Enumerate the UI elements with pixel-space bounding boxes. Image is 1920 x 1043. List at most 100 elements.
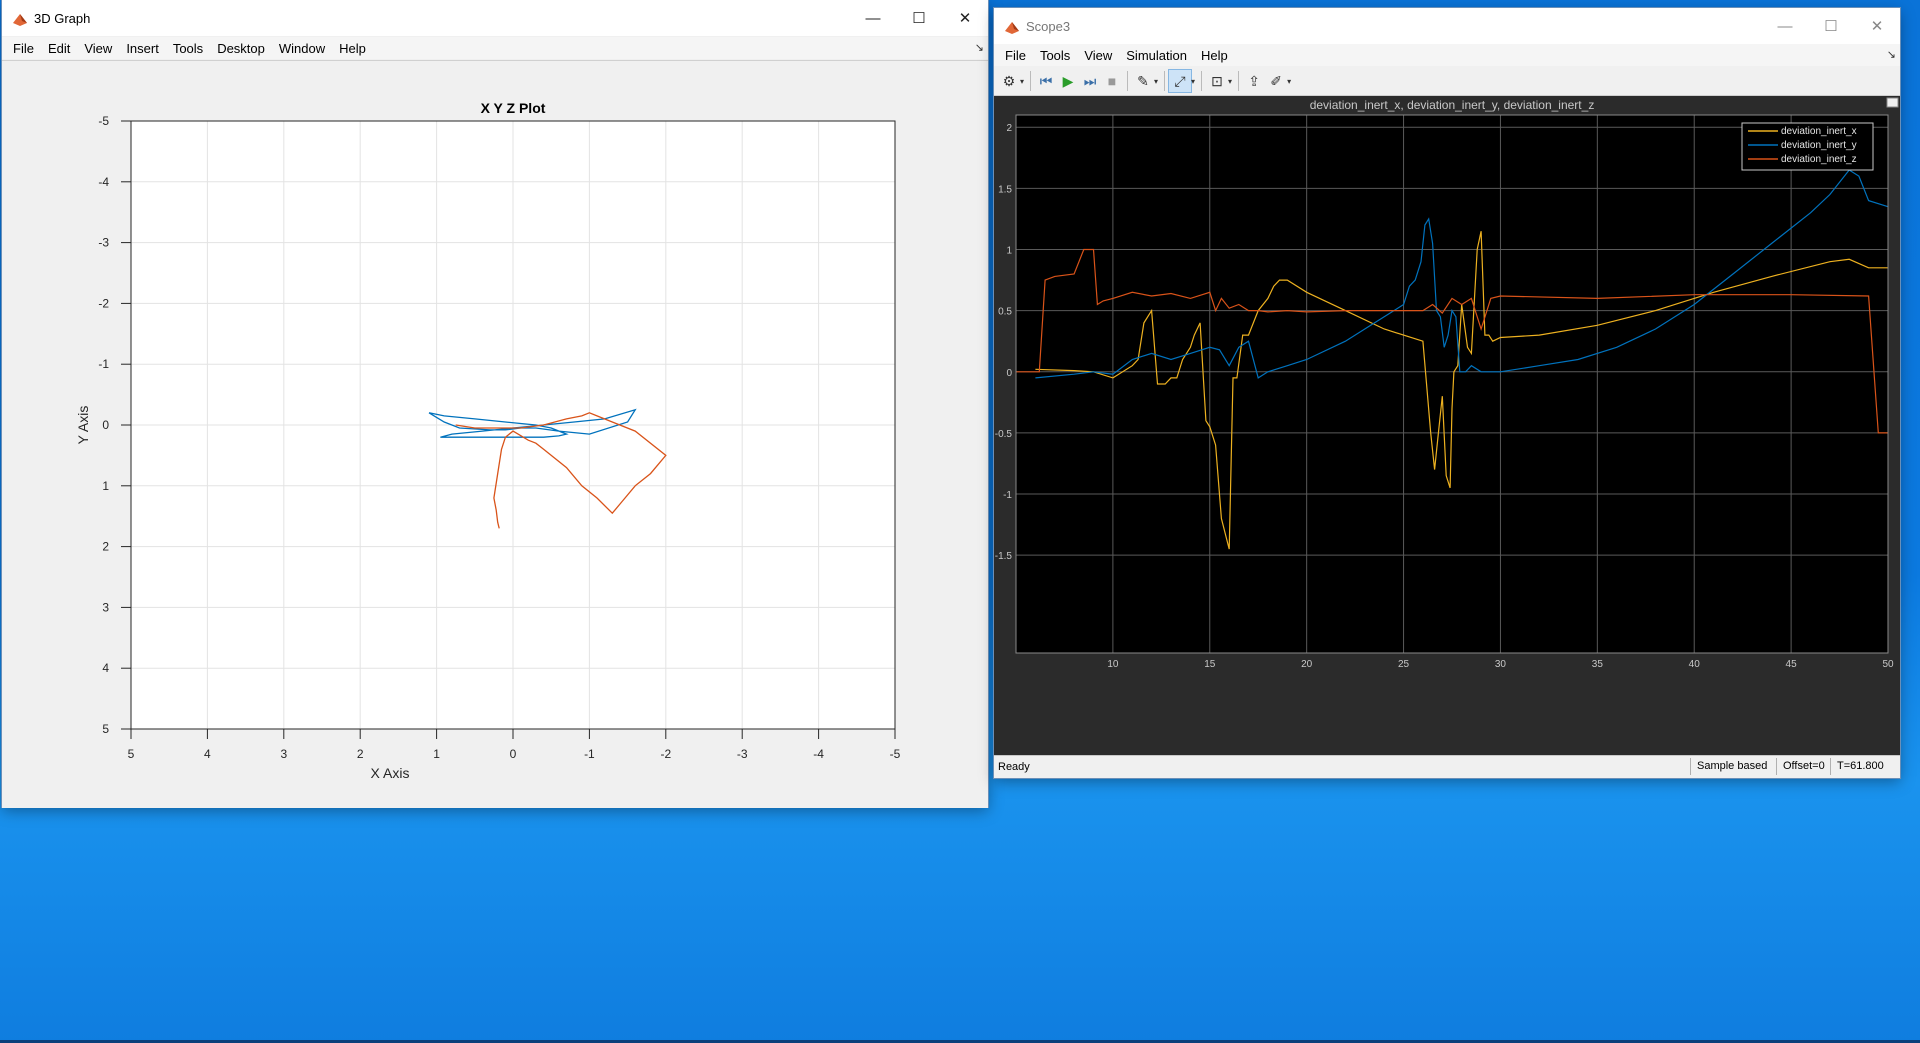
x-tick-label: 30 xyxy=(1495,659,1507,670)
x-tick-label: 45 xyxy=(1786,659,1798,670)
zoom-icon[interactable]: ⤢ xyxy=(1168,69,1193,93)
x-tick-label: 40 xyxy=(1689,659,1701,670)
maximize-button[interactable]: ☐ xyxy=(1808,8,1854,44)
close-button[interactable]: ✕ xyxy=(942,0,988,36)
title-bar[interactable]: 3D Graph — ☐ ✕ xyxy=(2,0,988,36)
x-tick-label: 3 xyxy=(280,747,287,761)
autoscale-icon[interactable]: ⊡ xyxy=(1206,70,1228,92)
run-icon[interactable]: ▶ xyxy=(1057,70,1079,92)
menu-simulation[interactable]: Simulation xyxy=(1119,48,1194,63)
trigger-icon[interactable]: ⇪ xyxy=(1243,70,1265,92)
separator xyxy=(1127,71,1129,91)
x-tick-label: -2 xyxy=(660,747,671,761)
x-tick-label: 5 xyxy=(128,747,135,761)
maximize-button[interactable]: ☐ xyxy=(896,0,942,36)
step-back-icon[interactable]: ⏮ xyxy=(1035,70,1057,92)
y-tick-label: 2 xyxy=(1006,123,1012,134)
menu-window[interactable]: Window xyxy=(272,41,332,56)
y-tick-label: -1.5 xyxy=(995,551,1013,562)
x-tick-label: 4 xyxy=(204,747,211,761)
window-title: Scope3 xyxy=(1026,19,1071,34)
x-tick-label: 50 xyxy=(1882,659,1894,670)
x-tick-label: -4 xyxy=(813,747,824,761)
x-tick-label: 2 xyxy=(357,747,364,761)
matlab-icon xyxy=(13,14,27,26)
y-tick-label: 1 xyxy=(1006,246,1012,257)
menu-tools[interactable]: Tools xyxy=(166,41,210,56)
status-offset: Offset=0 xyxy=(1776,758,1831,775)
stop-icon[interactable]: ■ xyxy=(1101,70,1123,92)
deviation-plot[interactable]: 10 15 20 25 30 35 40 45 50 2 1.5 1 0.5 0 -0.5 -1 -1.5 de… xyxy=(994,96,1900,756)
legend[interactable]: deviation_inert_x deviation_inert_ydeviat… xyxy=(1741,122,1874,171)
menu-view[interactable]: View xyxy=(77,41,119,56)
menu-bar: File Edit View Insert Tools Desktop Wind… xyxy=(2,37,988,59)
x-tick-label: 35 xyxy=(1592,659,1604,670)
step-forward-icon[interactable]: ⏭ xyxy=(1079,70,1101,92)
toolbar: ⚙ ▾ ⏮ ▶ ⏭ ■ ✎ ▾ ⤢ ▾ ⊡ ▾ ⇪ ✐ ▾ xyxy=(994,67,1900,96)
plot-title: X Y Z Plot xyxy=(481,100,546,116)
x-tick-label: 25 xyxy=(1398,659,1410,670)
dropdown-arrow-icon[interactable]: ▾ xyxy=(1287,77,1291,86)
x-tick-label: -1 xyxy=(584,747,595,761)
y-tick-label: -1 xyxy=(1003,490,1012,501)
y-tick-label: -2 xyxy=(98,296,109,310)
simulink-icon xyxy=(1005,22,1019,34)
menu-desktop[interactable]: Desktop xyxy=(210,41,272,56)
x-tick-label: 20 xyxy=(1301,659,1313,670)
menu-bar: File Tools View Simulation Help ↘ xyxy=(994,44,1900,66)
status-time: T=61.800 xyxy=(1830,758,1890,775)
menu-file[interactable]: File xyxy=(994,48,1033,63)
x-tick-label: -3 xyxy=(737,747,748,761)
xyz-plot[interactable]: 5 4 3 2 1 0 -1 -2 -3 -4 -5 -5 -4 -3 -2 -1 0 1 2 3 4 5 X Y Z P… xyxy=(2,61,988,808)
measure-icon[interactable]: ✐ xyxy=(1265,70,1287,92)
y-tick-label: -4 xyxy=(98,175,109,189)
y-tick-label: 3 xyxy=(102,600,109,614)
x-tick-label: -5 xyxy=(890,747,901,761)
y-tick-label: 5 xyxy=(102,722,109,736)
y-tick-label: 0 xyxy=(102,418,109,432)
separator xyxy=(1201,71,1203,91)
y-tick-label: 1 xyxy=(102,479,109,493)
window-title: 3D Graph xyxy=(34,11,91,26)
y-tick-label: 0 xyxy=(1006,368,1012,379)
dropdown-arrow-icon[interactable]: ▾ xyxy=(1228,77,1232,86)
scope-display: 10 15 20 25 30 35 40 45 50 2 1.5 1 0.5 0 -0.5 -1 -1.5 de… xyxy=(994,96,1900,756)
dropdown-arrow-icon[interactable]: ▾ xyxy=(1154,77,1158,86)
dock-arrow-icon[interactable]: ↘ xyxy=(975,41,984,54)
y-tick-label: -5 xyxy=(98,114,109,128)
close-button[interactable]: ✕ xyxy=(1854,8,1900,44)
menu-tools[interactable]: Tools xyxy=(1033,48,1077,63)
minimize-button[interactable]: — xyxy=(850,0,896,36)
expand-button[interactable] xyxy=(1886,97,1899,108)
y-tick-label: 0.5 xyxy=(998,307,1012,318)
legend-label: deviation_inert_y xyxy=(1781,140,1857,151)
x-tick-label: 0 xyxy=(510,747,517,761)
settings-icon[interactable]: ⚙ xyxy=(998,70,1020,92)
highlight-icon[interactable]: ✎ xyxy=(1132,70,1154,92)
menu-insert[interactable]: Insert xyxy=(119,41,166,56)
separator xyxy=(1030,71,1032,91)
separator xyxy=(1238,71,1240,91)
dock-arrow-icon[interactable]: ↘ xyxy=(1887,48,1896,61)
status-mode: Sample based xyxy=(1690,758,1773,775)
x-tick-label: 1 xyxy=(433,747,440,761)
x-tick-label: 10 xyxy=(1107,659,1119,670)
menu-edit[interactable]: Edit xyxy=(41,41,77,56)
minimize-button[interactable]: — xyxy=(1762,8,1808,44)
window-scope3: Scope3 — ☐ ✕ File Tools View Simulation … xyxy=(994,8,1900,778)
status-bar: Ready Sample based Offset=0 T=61.800 xyxy=(994,755,1900,778)
menu-file[interactable]: File xyxy=(2,41,41,56)
menu-help[interactable]: Help xyxy=(1194,48,1235,63)
x-tick-label: 15 xyxy=(1204,659,1216,670)
title-bar[interactable]: Scope3 — ☐ ✕ xyxy=(994,8,1900,44)
menu-help[interactable]: Help xyxy=(332,41,373,56)
legend-label: deviation_inert_x xyxy=(1781,126,1857,137)
x-axis-label: X Axis xyxy=(371,765,410,781)
y-axis-label: Y Axis xyxy=(75,406,91,445)
y-tick-label: -0.5 xyxy=(995,429,1013,440)
status-ready: Ready xyxy=(998,761,1030,773)
y-tick-label: 1.5 xyxy=(998,184,1012,195)
menu-view[interactable]: View xyxy=(1077,48,1119,63)
dropdown-arrow-icon[interactable]: ▾ xyxy=(1191,77,1195,86)
dropdown-arrow-icon[interactable]: ▾ xyxy=(1020,77,1024,86)
